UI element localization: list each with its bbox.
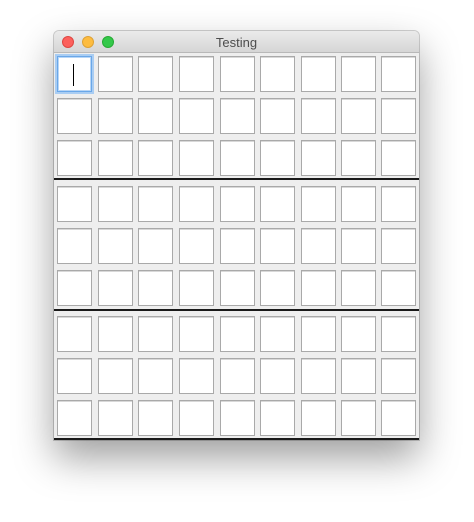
grid-cell-r7-c2[interactable] [98, 316, 133, 352]
grid-cell-r6-c9[interactable] [381, 270, 416, 306]
grid-cell-r5-c8[interactable] [341, 228, 376, 264]
grid-cell-r9-c7[interactable] [301, 400, 336, 436]
grid-cell-r5-c6[interactable] [260, 228, 295, 264]
grid-cell-r1-c1[interactable] [57, 56, 92, 92]
cell-grid [54, 53, 419, 440]
grid-cell-r6-c3[interactable] [138, 270, 173, 306]
grid-cell-r1-c7[interactable] [301, 56, 336, 92]
grid-cell-r6-c2[interactable] [98, 270, 133, 306]
grid-cell-r1-c4[interactable] [179, 56, 214, 92]
grid-cell-r3-c6[interactable] [260, 140, 295, 176]
grid-cell-r7-c8[interactable] [341, 316, 376, 352]
grid-cell-r3-c5[interactable] [220, 140, 255, 176]
grid-cell-r3-c9[interactable] [381, 140, 416, 176]
grid-cell-r5-c9[interactable] [381, 228, 416, 264]
grid-cell-r1-c2[interactable] [98, 56, 133, 92]
block-separator [54, 309, 419, 311]
grid-cell-r6-c7[interactable] [301, 270, 336, 306]
grid-cell-r9-c4[interactable] [179, 400, 214, 436]
grid-cell-r3-c2[interactable] [98, 140, 133, 176]
grid-cell-r8-c4[interactable] [179, 358, 214, 394]
grid-cell-r4-c8[interactable] [341, 186, 376, 222]
window-title: Testing [215, 35, 258, 50]
grid-cell-r9-c6[interactable] [260, 400, 295, 436]
grid-cell-r9-c8[interactable] [341, 400, 376, 436]
grid-cell-r8-c2[interactable] [98, 358, 133, 394]
grid-cell-r7-c4[interactable] [179, 316, 214, 352]
grid-cell-r5-c2[interactable] [98, 228, 133, 264]
block-separator [54, 178, 419, 180]
grid-cell-r3-c4[interactable] [179, 140, 214, 176]
grid-cell-r7-c1[interactable] [57, 316, 92, 352]
grid-cell-r7-c3[interactable] [138, 316, 173, 352]
grid-cell-r2-c7[interactable] [301, 98, 336, 134]
grid-cell-r5-c5[interactable] [220, 228, 255, 264]
grid-cell-r5-c3[interactable] [138, 228, 173, 264]
grid-cell-r6-c8[interactable] [341, 270, 376, 306]
grid-cell-r4-c7[interactable] [301, 186, 336, 222]
grid-cell-r4-c3[interactable] [138, 186, 173, 222]
grid-cell-r8-c3[interactable] [138, 358, 173, 394]
grid-cell-r1-c5[interactable] [220, 56, 255, 92]
grid-cell-r8-c6[interactable] [260, 358, 295, 394]
grid-cell-r3-c7[interactable] [301, 140, 336, 176]
grid-cell-r6-c6[interactable] [260, 270, 295, 306]
grid-cell-r4-c4[interactable] [179, 186, 214, 222]
grid-cell-r1-c3[interactable] [138, 56, 173, 92]
grid-cell-r2-c4[interactable] [179, 98, 214, 134]
grid-cell-r7-c9[interactable] [381, 316, 416, 352]
grid-cell-r7-c5[interactable] [220, 316, 255, 352]
grid-cell-r2-c8[interactable] [341, 98, 376, 134]
grid-cell-r2-c9[interactable] [381, 98, 416, 134]
grid-cell-r1-c9[interactable] [381, 56, 416, 92]
grid-cell-r8-c8[interactable] [341, 358, 376, 394]
grid-cell-r3-c3[interactable] [138, 140, 173, 176]
grid-cell-r9-c5[interactable] [220, 400, 255, 436]
grid-cell-r2-c1[interactable] [57, 98, 92, 134]
grid-cell-r4-c6[interactable] [260, 186, 295, 222]
text-caret [73, 64, 74, 86]
grid-cell-r7-c6[interactable] [260, 316, 295, 352]
grid-cell-r2-c3[interactable] [138, 98, 173, 134]
grid-cell-r5-c1[interactable] [57, 228, 92, 264]
title-bar[interactable]: Testing [54, 31, 419, 53]
grid-cell-r9-c9[interactable] [381, 400, 416, 436]
grid-cell-r5-c4[interactable] [179, 228, 214, 264]
grid-cell-r4-c5[interactable] [220, 186, 255, 222]
grid-cell-r6-c4[interactable] [179, 270, 214, 306]
grid-cell-r8-c9[interactable] [381, 358, 416, 394]
grid-cell-r1-c6[interactable] [260, 56, 295, 92]
grid-cell-r4-c2[interactable] [98, 186, 133, 222]
grid-cell-r6-c1[interactable] [57, 270, 92, 306]
grid-cell-r2-c6[interactable] [260, 98, 295, 134]
grid-cell-r5-c7[interactable] [301, 228, 336, 264]
grid-cell-r4-c9[interactable] [381, 186, 416, 222]
grid-cell-r3-c1[interactable] [57, 140, 92, 176]
app-window: Testing [54, 31, 419, 440]
grid-cell-r2-c5[interactable] [220, 98, 255, 134]
grid-cell-r1-c8[interactable] [341, 56, 376, 92]
grid-cell-r8-c5[interactable] [220, 358, 255, 394]
grid-cell-r7-c7[interactable] [301, 316, 336, 352]
grid-cell-r6-c5[interactable] [220, 270, 255, 306]
grid-cell-r3-c8[interactable] [341, 140, 376, 176]
bottom-border [54, 438, 419, 440]
grid-cell-r9-c1[interactable] [57, 400, 92, 436]
grid-cell-r8-c1[interactable] [57, 358, 92, 394]
grid-cell-r9-c3[interactable] [138, 400, 173, 436]
grid-cell-r4-c1[interactable] [57, 186, 92, 222]
grid-cell-r8-c7[interactable] [301, 358, 336, 394]
grid-cell-r2-c2[interactable] [98, 98, 133, 134]
grid-cell-r9-c2[interactable] [98, 400, 133, 436]
